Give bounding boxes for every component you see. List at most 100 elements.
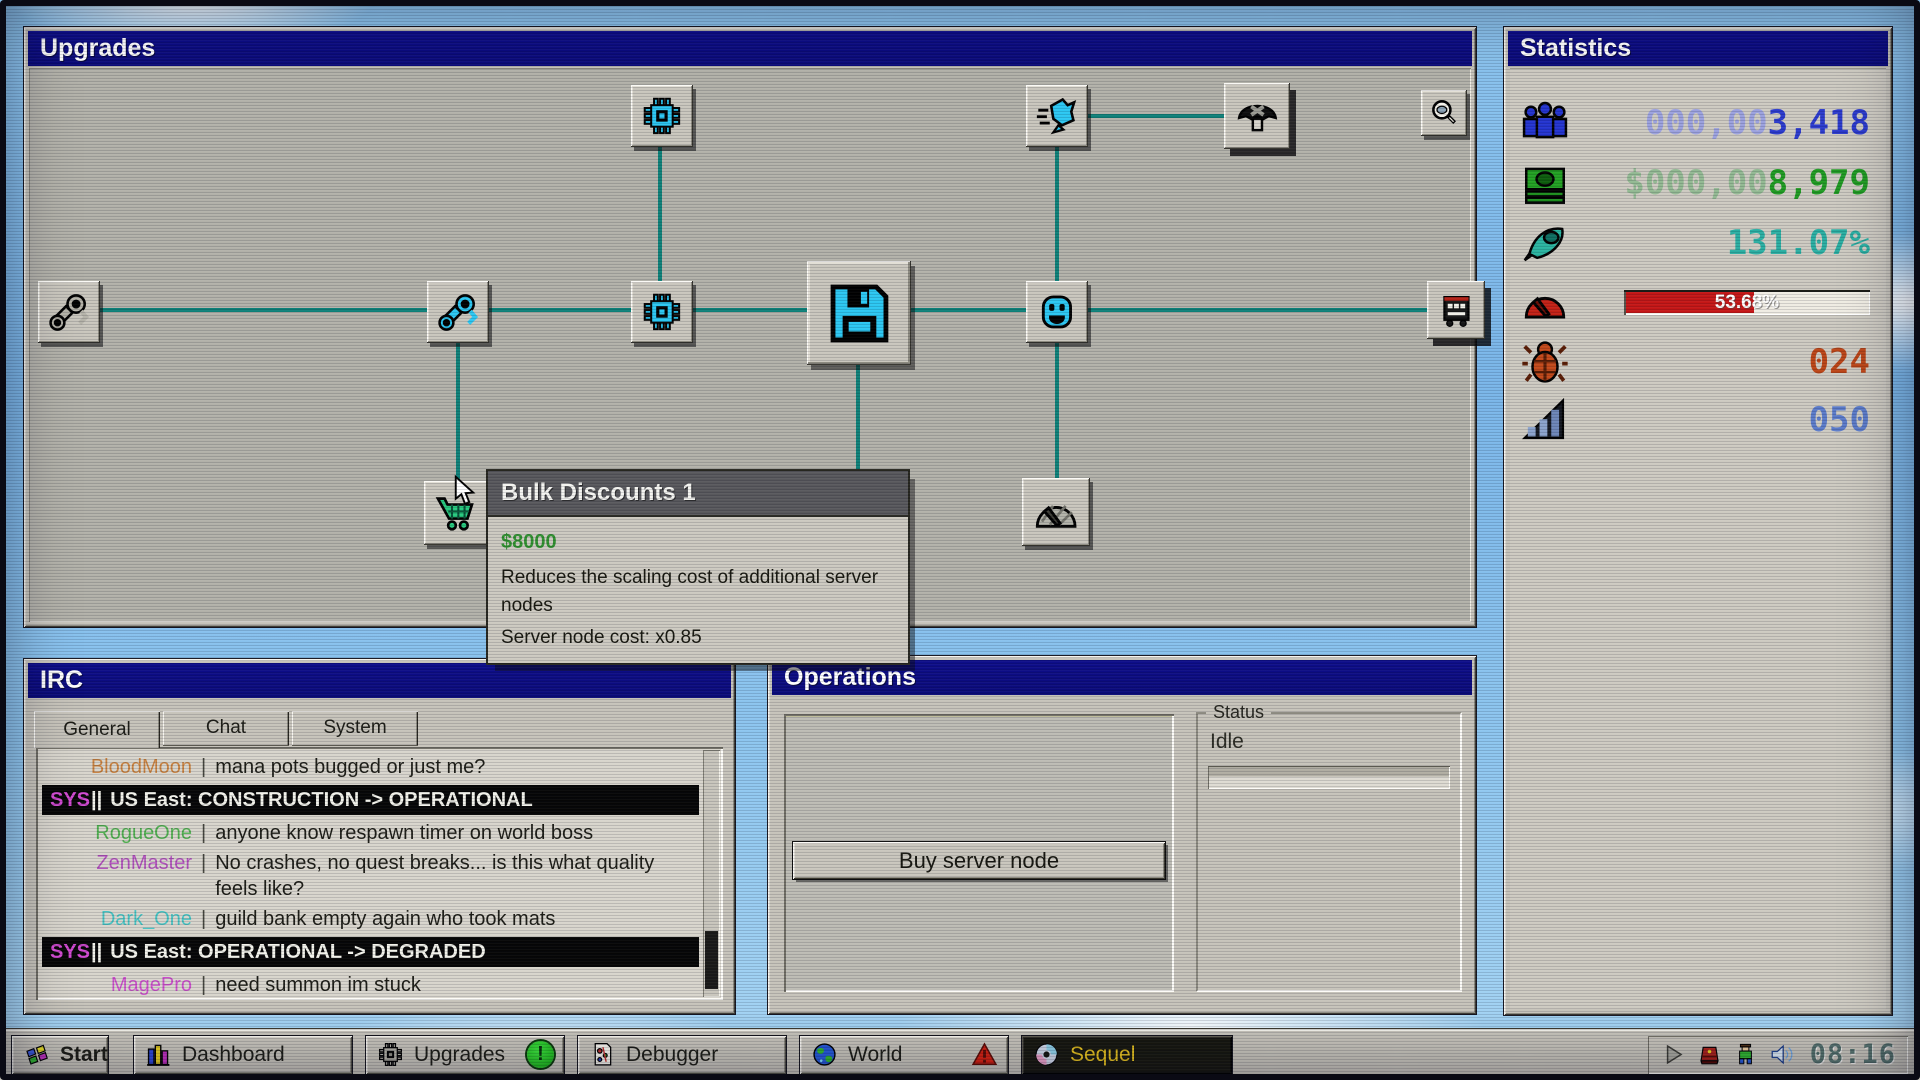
stat-row-money: $000,008,979	[1514, 156, 1882, 210]
stat-value-rate: 131.07%	[1570, 223, 1882, 263]
upgrade-node-throughput[interactable]	[1022, 478, 1090, 546]
chat-system-message: SYS||US East: OPERATIONAL -> DEGRADED	[42, 937, 699, 967]
upgrade-node-tools[interactable]	[427, 281, 489, 343]
fez-icon[interactable]	[1696, 1041, 1723, 1068]
tooltip-price: $8000	[501, 531, 895, 554]
taskbar-button-label: Upgrades	[414, 1043, 518, 1067]
chat-text: mana pots bugged or just me?	[215, 754, 699, 780]
comet-icon	[1520, 218, 1570, 268]
mushroom-icon	[1233, 92, 1282, 141]
taskbar-button-sequel[interactable]: Sequel	[1022, 1036, 1232, 1074]
statistics-title: Statistics	[1520, 34, 1631, 63]
smiley-icon	[1034, 289, 1080, 335]
chat-message: ZenMaster|No crashes, no quest breaks...…	[42, 848, 699, 904]
chat-text: need summon im stuck	[215, 972, 699, 998]
operations-window: Operations Buy server node Status Idle	[768, 656, 1476, 1014]
stat-value-users: 000,003,418	[1570, 103, 1882, 143]
upgrade-node-cpu-top[interactable]	[631, 85, 693, 147]
operations-titlebar[interactable]: Operations	[772, 660, 1472, 695]
tooltip-description: Reduces the scaling cost of additional s…	[501, 564, 879, 619]
stat-row-signal: 050	[1514, 393, 1882, 447]
irc-tabs: General Chat System	[34, 711, 421, 747]
chip-gray-icon	[376, 1040, 405, 1069]
debug-doc-icon	[588, 1040, 617, 1069]
microchip-icon	[639, 289, 685, 335]
tooltip-body: $8000 Reduces the scaling cost of additi…	[488, 517, 908, 663]
train-icon	[1435, 289, 1478, 332]
stat-progressbar-label: 53.68%	[1624, 290, 1870, 315]
taskbar-button-upgrades[interactable]: Upgrades!	[366, 1036, 564, 1074]
system-tray: 08:16	[1648, 1036, 1908, 1074]
magnifier-icon	[1427, 96, 1461, 130]
status-group-label: Status	[1206, 702, 1271, 723]
irc-titlebar[interactable]: IRC	[28, 663, 731, 698]
bug-icon	[1520, 337, 1570, 387]
tree-connection	[1088, 114, 1226, 118]
tab-system[interactable]: System	[292, 711, 418, 745]
taskbar: Start Dashboard Upgrades! Debugger World Seq…	[0, 1029, 1920, 1080]
status-group: Status Idle	[1196, 712, 1462, 992]
floppy-icon	[821, 275, 898, 352]
upgrades-titlebar[interactable]: Upgrades	[28, 31, 1472, 66]
tree-connection	[1055, 147, 1059, 283]
users-icon	[1520, 98, 1570, 148]
tab-chat[interactable]: Chat	[163, 711, 289, 745]
upgrade-node-transport[interactable]	[1427, 281, 1485, 339]
upgrade-node-speed[interactable]	[1026, 85, 1088, 147]
taskbar-button-label: Dashboard	[182, 1043, 342, 1067]
upgrade-node-cpu-mid[interactable]	[631, 281, 693, 343]
tooltip-effect: Server node cost: x0.85	[501, 627, 895, 649]
start-logo-icon	[22, 1040, 51, 1069]
upgrade-node-hazard[interactable]	[1224, 83, 1290, 149]
tree-connection	[1055, 343, 1059, 480]
warning-icon	[971, 1041, 998, 1068]
chat-message: RogueOne|anyone know respawn timer on wo…	[42, 818, 699, 848]
status-progressbar	[1208, 766, 1450, 789]
sprite-icon[interactable]	[1732, 1041, 1759, 1068]
chat-nick: BloodMoon	[42, 754, 192, 780]
upgrade-tooltip: Bulk Discounts 1 $8000 Reduces the scali…	[488, 471, 908, 663]
upgrade-node-storage[interactable]	[807, 261, 911, 365]
statistics-window: Statistics 000,003,418 $000,008,979 131.07…	[1504, 27, 1892, 1015]
chat-text: guild bank empty again who took mats	[215, 906, 699, 932]
gauge-red-icon	[1520, 278, 1570, 328]
play-icon[interactable]	[1660, 1041, 1687, 1068]
stat-value-bugs: 024	[1570, 342, 1882, 382]
tab-general[interactable]: General	[34, 711, 160, 748]
wrench-gear-icon	[435, 289, 481, 335]
upgrade-node-zoom[interactable]	[1421, 90, 1467, 136]
start-button[interactable]: Start	[12, 1036, 108, 1074]
operations-title: Operations	[784, 663, 916, 692]
taskbar-button-dashboard[interactable]: Dashboard	[134, 1036, 352, 1074]
taskbar-button-debugger[interactable]: Debugger	[578, 1036, 786, 1074]
tray-icons	[1660, 1041, 1795, 1068]
wrench-gear-gray-icon	[46, 289, 92, 335]
upgrade-node-tools-locked[interactable]	[38, 281, 100, 343]
desktop: Upgrades Bulk Discounts 1 $8000 Reduces …	[0, 0, 1920, 1080]
upgrade-tree: Bulk Discounts 1 $8000 Reduces the scali…	[29, 68, 1471, 622]
chat-text: No crashes, no quest breaks... is this w…	[215, 850, 699, 902]
upgrades-window: Upgrades Bulk Discounts 1 $8000 Reduces …	[24, 27, 1476, 627]
signal-bars-icon	[1520, 395, 1570, 445]
books-icon	[144, 1040, 173, 1069]
chat-area: BloodMoon|mana pots bugged or just me? SY…	[36, 747, 723, 1000]
chat-scrollbar[interactable]	[703, 750, 720, 997]
stat-row-load: 53.68%	[1514, 276, 1882, 330]
taskbar-button-world[interactable]: World	[800, 1036, 1008, 1074]
upgrade-node-morale[interactable]	[1026, 281, 1088, 343]
buy-server-node-button[interactable]: Buy server node	[793, 842, 1165, 879]
money-icon	[1520, 158, 1570, 208]
speaker-icon[interactable]	[1768, 1041, 1795, 1068]
stat-row-rate: 131.07%	[1514, 216, 1882, 270]
tree-connection	[69, 308, 1461, 312]
rocket-icon	[1034, 93, 1080, 139]
statistics-titlebar[interactable]: Statistics	[1508, 31, 1888, 66]
chat-message: MagePro|need summon im stuck	[42, 970, 699, 1000]
tree-connection	[658, 147, 662, 283]
gauge-gray-icon	[1031, 487, 1081, 537]
chat-scrollbar-thumb[interactable]	[705, 931, 718, 989]
chat-text: anyone know respawn timer on world boss	[215, 820, 699, 846]
chat-message: BloodMoon|mana pots bugged or just me?	[42, 752, 699, 782]
tree-connection	[856, 365, 860, 473]
microchip-icon	[639, 93, 685, 139]
